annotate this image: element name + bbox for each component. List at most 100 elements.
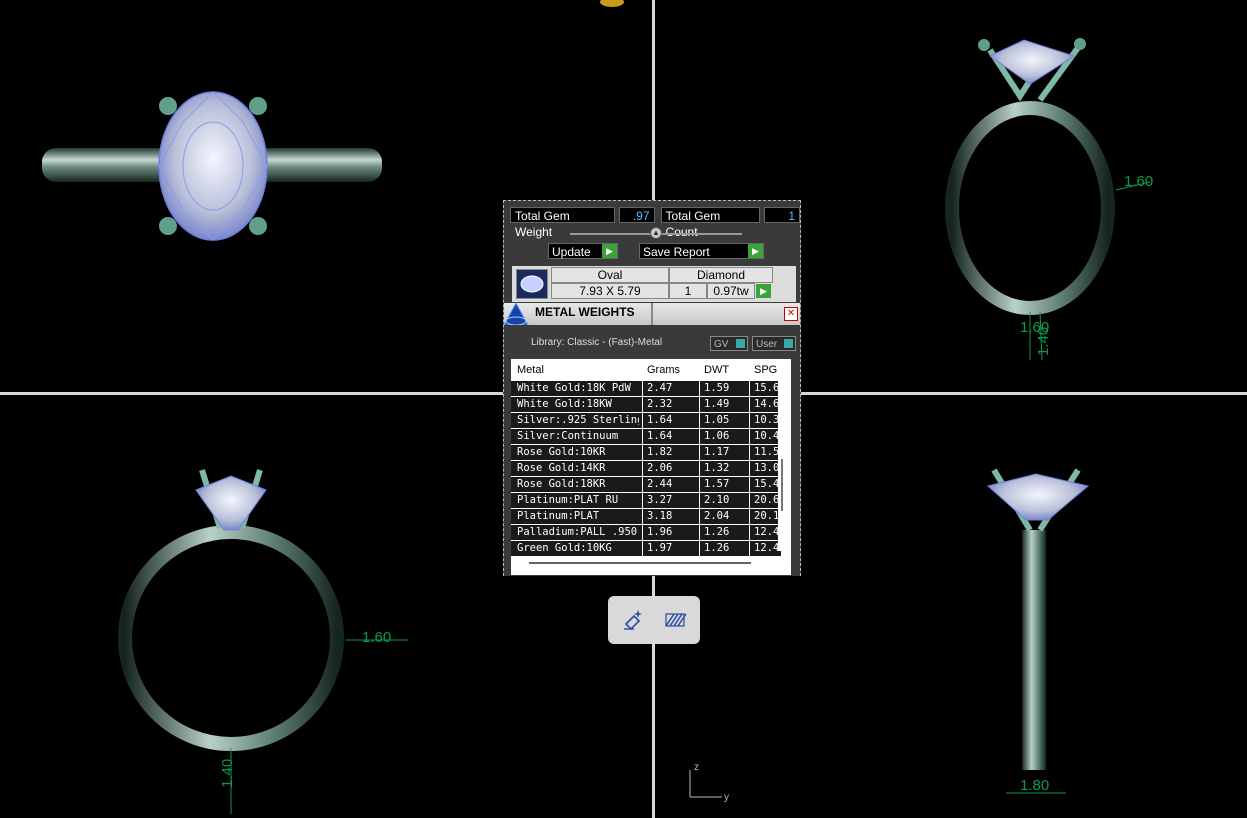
hatch-fill-icon[interactable] [662, 606, 688, 632]
column-separator [749, 381, 750, 396]
table-row[interactable]: White Gold:18KW 2.32 1.49 14.66 [511, 397, 784, 412]
save-report-button-label: Save Report [643, 245, 710, 259]
dim-top-right-width: 1.60 [1124, 173, 1153, 190]
table-cell: 1.64 [647, 430, 673, 442]
close-icon[interactable]: ✕ [784, 307, 798, 321]
column-separator [699, 461, 700, 476]
end-view-ring [986, 468, 1090, 794]
column-separator [642, 477, 643, 492]
table-cell: 2.32 [647, 398, 673, 410]
column-header[interactable]: SPG [754, 364, 777, 376]
metal-weights-titlebar[interactable]: METAL WEIGHTS ✕ [504, 303, 800, 326]
table-cell: Palladium:PALL .950 [517, 526, 638, 538]
column-separator [699, 397, 700, 412]
table-cell: 2.04 [704, 510, 730, 522]
table-cell: Silver:Continuum [517, 430, 619, 442]
table-cell: White Gold:18KW [517, 398, 612, 410]
column-separator [699, 493, 700, 508]
toggle-swatch-icon [736, 339, 745, 348]
column-separator [699, 413, 700, 428]
column-separator [642, 445, 643, 460]
table-cell: Rose Gold:14KR [517, 462, 606, 474]
table-cell: 2.47 [647, 382, 673, 394]
column-separator [749, 477, 750, 492]
gem-totals-row: Total Gem Weight .97 Total Gem Count 1 [510, 207, 800, 239]
gv-toggle-label: GV [714, 339, 729, 350]
orientation-gizmo-icon[interactable] [600, 0, 624, 7]
update-button[interactable]: Update ▶ [548, 243, 618, 259]
axis-z-label: z [694, 762, 699, 773]
table-cell: 1.82 [647, 446, 673, 458]
table-cell: Silver:.925 Sterling [517, 414, 639, 426]
gv-toggle[interactable]: GV [710, 336, 748, 351]
column-separator [699, 525, 700, 540]
column-separator [642, 413, 643, 428]
gem-shape: Oval [551, 267, 669, 283]
column-separator [749, 493, 750, 508]
dim-bottom-right-bottom: 1.80 [1020, 777, 1049, 794]
cad-viewport[interactable]: 1.60 1.60 1.40 1.60 1.40 1.80 z y Total … [0, 0, 1247, 818]
gem-material: Diamond [669, 267, 773, 283]
table-cell: Rose Gold:10KR [517, 446, 606, 458]
gem-weight: 0.97tw [707, 283, 755, 299]
table-cell: 1.49 [704, 398, 730, 410]
metal-weights-table[interactable]: Metal Grams DWT SPG White Gold:18K PdW 2.… [511, 359, 791, 575]
user-toggle[interactable]: User [752, 336, 796, 351]
play-icon: ▶ [748, 244, 763, 258]
column-separator [642, 397, 643, 412]
play-icon: ▶ [602, 244, 617, 258]
table-row[interactable]: Platinum:PLAT 3.18 2.04 20.10 [511, 509, 784, 524]
table-header: Metal Grams DWT SPG [511, 359, 791, 381]
column-separator [749, 413, 750, 428]
magic-eraser-icon[interactable] [620, 606, 646, 632]
gem-row[interactable]: Oval Diamond 7.93 X 5.79 1 0.97tw ▶ [512, 266, 796, 302]
column-separator [642, 509, 643, 524]
axis-indicator: z y [689, 762, 729, 803]
table-cell: 1.17 [704, 446, 730, 458]
table-row[interactable]: Silver:Continuum 1.64 1.06 10.40 [511, 429, 784, 444]
table-row[interactable]: Silver:.925 Sterling 1.64 1.05 10.36 [511, 413, 784, 428]
table-cell: White Gold:18K PdW [517, 382, 631, 394]
column-separator [749, 461, 750, 476]
toggle-swatch-icon [784, 339, 793, 348]
metal-weights-title: METAL WEIGHTS [535, 305, 635, 319]
update-button-label: Update [552, 245, 591, 259]
column-header[interactable]: Metal [517, 364, 544, 376]
top-view-ring [42, 91, 382, 241]
table-cell: 1.97 [647, 542, 673, 554]
table-row[interactable]: White Gold:18K PdW 2.47 1.59 15.63 [511, 381, 784, 396]
column-separator [699, 541, 700, 556]
gem-count: 1 [669, 283, 707, 299]
scrollbar-thumb[interactable] [781, 459, 783, 511]
vertical-scrollbar[interactable] [778, 381, 786, 551]
floating-toolbar [608, 596, 700, 644]
save-report-button[interactable]: Save Report ▶ [639, 243, 764, 259]
table-row[interactable]: Rose Gold:14KR 2.06 1.32 13.03 [511, 461, 784, 476]
table-cell: 2.06 [647, 462, 673, 474]
table-row[interactable]: Rose Gold:10KR 1.82 1.17 11.54 [511, 445, 784, 460]
axis-y-label: y [724, 792, 729, 803]
table-cell: 1.32 [704, 462, 730, 474]
gem-slider-handle[interactable]: ▲ [650, 227, 662, 239]
metal-weights-body: Library: Classic - (Fast)-Metal GV User … [504, 325, 800, 576]
titlebar-separator [651, 303, 653, 325]
column-separator [699, 445, 700, 460]
table-row[interactable]: Green Gold:10KG 1.97 1.26 12.44 [511, 541, 784, 556]
column-header[interactable]: Grams [647, 364, 680, 376]
column-header[interactable]: DWT [704, 364, 729, 376]
column-separator [642, 541, 643, 556]
table-cell: 1.26 [704, 526, 730, 538]
total-gem-count-value: 1 [764, 207, 800, 223]
horizontal-scrollbar[interactable] [529, 562, 751, 564]
column-separator [642, 461, 643, 476]
table-cell: 1.57 [704, 478, 730, 490]
gem-go-button[interactable]: ▶ [756, 284, 771, 298]
table-cell: 2.10 [704, 494, 730, 506]
column-separator [749, 509, 750, 524]
table-row[interactable]: Rose Gold:18KR 2.44 1.57 15.41 [511, 477, 784, 492]
column-separator [749, 397, 750, 412]
table-cell: 1.06 [704, 430, 730, 442]
table-row[interactable]: Palladium:PALL .950 1.96 1.26 12.40 [511, 525, 784, 540]
metal-weights-logo-icon [503, 301, 529, 326]
table-row[interactable]: Platinum:PLAT RU 3.27 2.10 20.66 [511, 493, 784, 508]
